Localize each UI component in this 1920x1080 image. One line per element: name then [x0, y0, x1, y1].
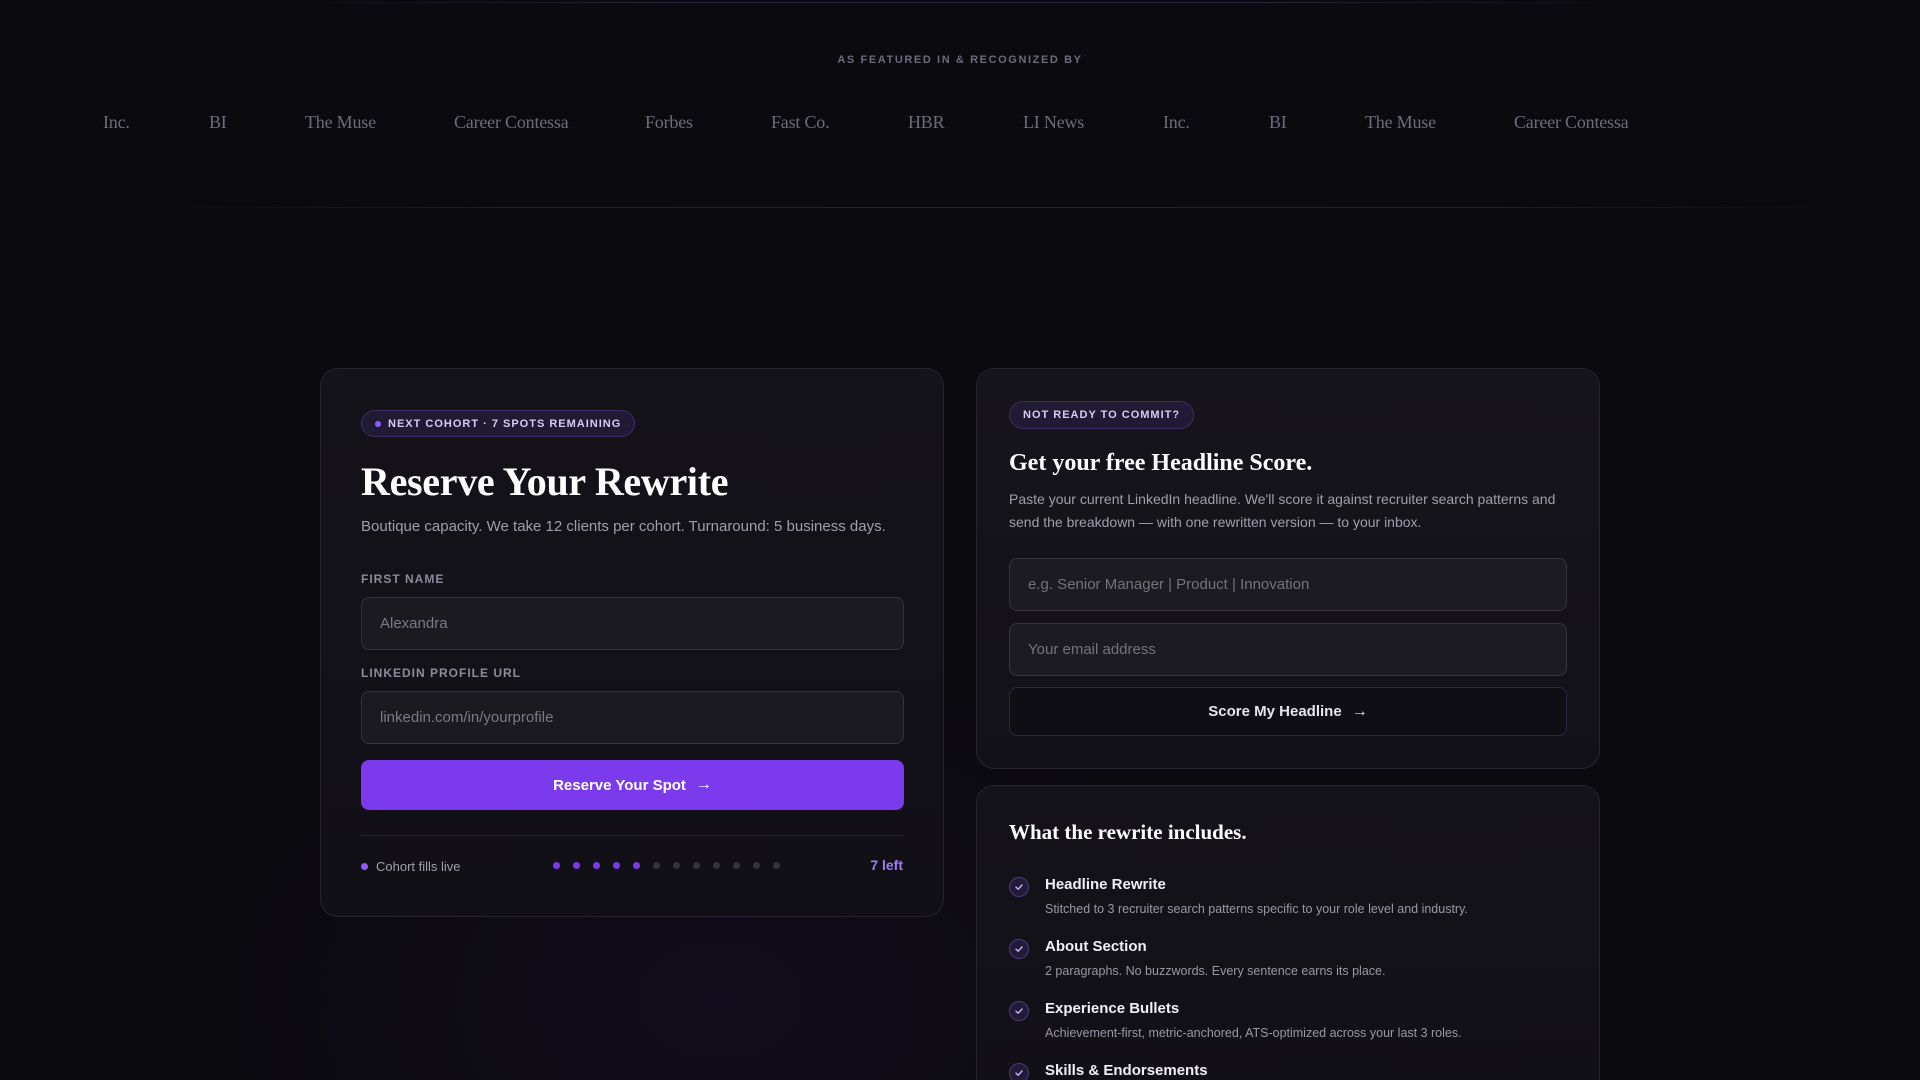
press-logo-strip: Inc. BI The Muse Career Contessa Forbes …: [0, 112, 1920, 152]
press-logo: Inc.: [103, 112, 130, 132]
spot-open-dot: [773, 862, 780, 869]
check-icon: [1009, 1063, 1029, 1080]
includes-title: What the rewrite includes.: [1009, 820, 1247, 844]
headline-score-title: Get your free Headline Score.: [1009, 450, 1313, 476]
spot-open-dot: [713, 862, 720, 869]
headline-score-card: NOT READY TO COMMIT? Get your free Headl…: [976, 368, 1600, 769]
check-icon: [1009, 939, 1029, 959]
headline-score-description: Paste your current LinkedIn headline. We…: [1009, 491, 1556, 530]
press-logo: BI: [209, 112, 227, 132]
strip-divider: [170, 207, 1830, 208]
include-item-description: Achievement-first, metric-anchored, ATS-…: [1045, 1026, 1462, 1040]
top-divider: [300, 2, 1620, 3]
press-logo: Forbes: [645, 112, 693, 132]
press-logo: LI News: [1023, 112, 1085, 132]
not-ready-badge: NOT READY TO COMMIT?: [1009, 401, 1195, 429]
include-item-title: Headline Rewrite: [1045, 876, 1166, 893]
headline-input[interactable]: e.g. Senior Manager | Product | Innovati…: [1009, 558, 1567, 611]
spot-open-dot: [693, 862, 700, 869]
cohort-spots-indicator: [553, 862, 780, 869]
card-divider: [361, 835, 904, 836]
live-dot-icon: [361, 863, 368, 870]
arrow-right-icon: →: [1351, 702, 1368, 720]
spot-filled-dot: [573, 862, 580, 869]
press-logo: Career Contessa: [1514, 112, 1629, 132]
reserve-spot-label: Reserve Your Spot: [553, 776, 686, 794]
score-headline-label: Score My Headline: [1208, 703, 1342, 720]
check-icon: [1009, 1001, 1029, 1021]
press-logo: The Muse: [1365, 112, 1436, 132]
spot-filled-dot: [613, 862, 620, 869]
include-item-description: Stitched to 3 recruiter search patterns …: [1045, 902, 1468, 916]
linkedin-url-input[interactable]: linkedin.com/in/yourprofile: [361, 691, 904, 744]
press-logo: HBR: [908, 112, 945, 132]
spot-filled-dot: [633, 862, 640, 869]
reserve-subtitle: Boutique capacity. We take 12 clients pe…: [361, 518, 886, 535]
score-headline-button[interactable]: Score My Headline →: [1009, 687, 1567, 736]
first-name-label: FIRST NAME: [361, 572, 445, 586]
linkedin-url-label: LINKEDIN PROFILE URL: [361, 666, 521, 680]
spot-filled-dot: [593, 862, 600, 869]
email-input[interactable]: Your email address: [1009, 623, 1567, 676]
page: AS FEATURED IN & RECOGNIZED BY Inc. BI T…: [0, 0, 1920, 1080]
cohort-badge-label: NEXT COHORT · 7 SPOTS REMAINING: [388, 417, 622, 430]
spot-open-dot: [653, 862, 660, 869]
cohort-badge: NEXT COHORT · 7 SPOTS REMAINING: [361, 410, 636, 437]
cohort-status: Cohort fills live: [361, 859, 461, 874]
spots-left-count: 7 left: [870, 857, 903, 873]
press-logo: The Muse: [305, 112, 376, 132]
badge-dot-icon: [375, 420, 381, 427]
not-ready-badge-label: NOT READY TO COMMIT?: [1023, 409, 1181, 421]
include-item-title: Skills & Endorsements: [1045, 1062, 1208, 1079]
include-item-description: 2 paragraphs. No buzzwords. Every senten…: [1045, 964, 1386, 978]
spot-open-dot: [753, 862, 760, 869]
check-icon: [1009, 877, 1029, 897]
press-logo: Inc.: [1163, 112, 1190, 132]
spot-filled-dot: [553, 862, 560, 869]
cohort-status-text: Cohort fills live: [376, 859, 461, 874]
press-logo: Career Contessa: [454, 112, 569, 132]
featured-label: AS FEATURED IN & RECOGNIZED BY: [837, 54, 1083, 66]
press-logo: BI: [1269, 112, 1287, 132]
include-item-title: About Section: [1045, 938, 1147, 955]
includes-card: What the rewrite includes. Headline Rewr…: [976, 785, 1600, 1080]
arrow-right-icon: →: [695, 776, 712, 793]
reserve-spot-button[interactable]: Reserve Your Spot →: [361, 760, 904, 810]
press-logo: Fast Co.: [771, 112, 830, 132]
spot-open-dot: [673, 862, 680, 869]
reserve-title: Reserve Your Rewrite: [361, 459, 729, 504]
reserve-card: NEXT COHORT · 7 SPOTS REMAINING Reserve …: [320, 368, 944, 917]
spot-open-dot: [733, 862, 740, 869]
first-name-input[interactable]: Alexandra: [361, 597, 904, 650]
include-item-title: Experience Bullets: [1045, 1000, 1180, 1017]
